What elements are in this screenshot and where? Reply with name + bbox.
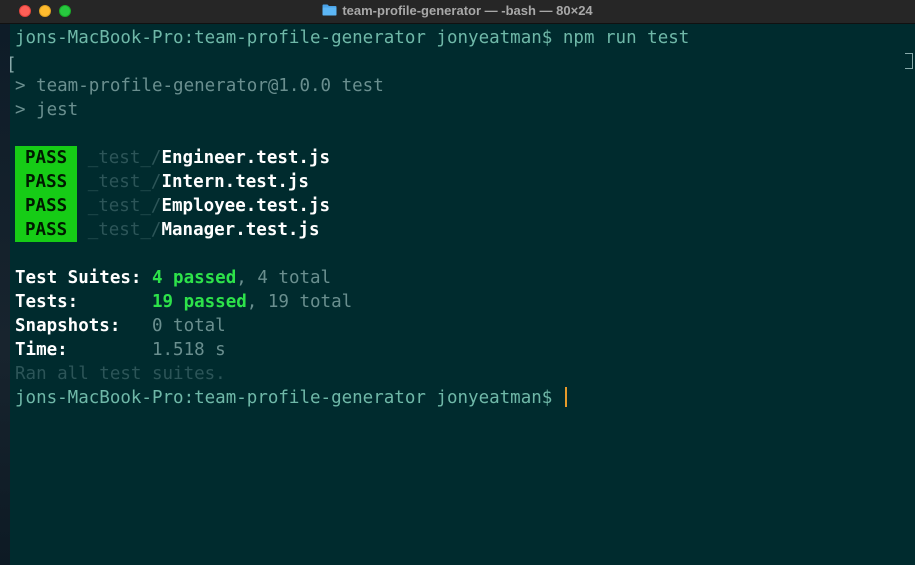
test-dir: _test_/ bbox=[87, 148, 162, 168]
script-line-2: > jest bbox=[15, 100, 79, 120]
pass-badge: PASS bbox=[15, 146, 78, 170]
summary-time: Time: 1.518 s bbox=[15, 340, 226, 360]
script-line-1: > team-profile-generator@1.0.0 test bbox=[15, 76, 384, 96]
mark-bracket-right bbox=[905, 53, 913, 69]
test-dir: _test_/ bbox=[87, 196, 162, 216]
summary-suites: Test Suites: 4 passed, 4 total bbox=[15, 268, 332, 288]
test-result-row: PASS _test_/Employee.test.js bbox=[15, 194, 330, 218]
command-prompt: jons-MacBook-Pro:team-profile-generator … bbox=[15, 28, 563, 48]
summary-tests: Tests: 19 passed, 19 total bbox=[15, 292, 353, 312]
test-dir: _test_/ bbox=[87, 220, 162, 240]
command-text: npm run test bbox=[562, 28, 690, 48]
final-prompt: jons-MacBook-Pro:team-profile-generator … bbox=[15, 388, 563, 408]
window-title-area: team-profile-generator — -bash — 80×24 bbox=[0, 3, 915, 19]
test-file: Intern.test.js bbox=[161, 172, 309, 192]
text-cursor bbox=[564, 387, 567, 407]
test-result-row: PASS _test_/Intern.test.js bbox=[15, 170, 309, 194]
test-dir: _test_/ bbox=[87, 172, 162, 192]
pass-badge: PASS bbox=[15, 218, 78, 242]
final-prompt-line[interactable]: jons-MacBook-Pro:team-profile-generator … bbox=[15, 386, 567, 410]
window-title: team-profile-generator — -bash — 80×24 bbox=[342, 3, 593, 18]
test-result-row: PASS _test_/Manager.test.js bbox=[15, 218, 320, 242]
title-bar[interactable]: team-profile-generator — -bash — 80×24 bbox=[0, 0, 915, 24]
test-file: Engineer.test.js bbox=[161, 148, 331, 168]
ran-all-line: Ran all test suites. bbox=[15, 364, 226, 384]
test-file: Employee.test.js bbox=[161, 196, 331, 216]
terminal-window: team-profile-generator — -bash — 80×24 [… bbox=[0, 0, 915, 565]
desktop-background-strip bbox=[0, 24, 10, 565]
test-result-row: PASS _test_/Engineer.test.js bbox=[15, 146, 330, 170]
pass-badge: PASS bbox=[15, 194, 78, 218]
command-line: jons-MacBook-Pro:team-profile-generator … bbox=[15, 26, 689, 50]
terminal-output[interactable]: [ jons-MacBook-Pro:team-profile-generato… bbox=[10, 24, 915, 565]
folder-icon bbox=[322, 4, 337, 16]
test-file: Manager.test.js bbox=[161, 220, 320, 240]
summary-snapshots: Snapshots: 0 total bbox=[15, 316, 226, 336]
pass-badge: PASS bbox=[15, 170, 78, 194]
